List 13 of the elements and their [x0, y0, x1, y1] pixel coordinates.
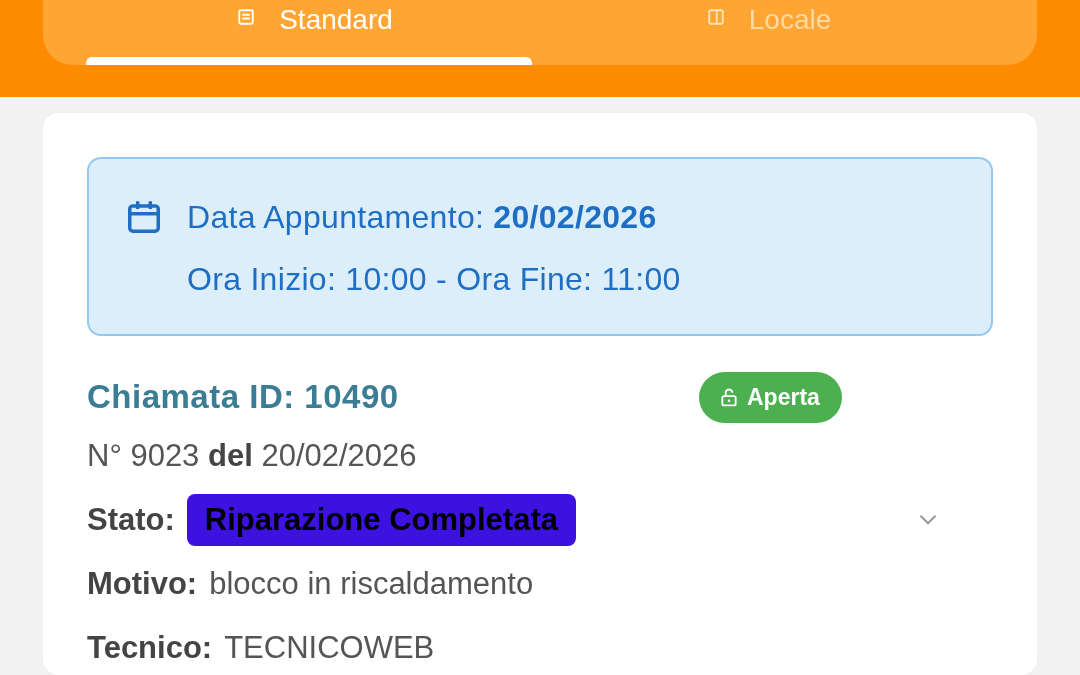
- appointment-date: Data Appuntamento: 20/02/2026: [187, 198, 657, 236]
- appointment-time: Ora Inizio: 10:00 - Ora Fine: 11:00: [187, 261, 682, 298]
- status-badge: Aperta: [699, 371, 842, 423]
- field-value: blocco in riscaldamento: [209, 566, 534, 602]
- order-number: N° 9023 del 20/02/2026: [87, 438, 417, 474]
- field-label: Stato:: [87, 502, 175, 538]
- tab[interactable]: Locale: [540, 0, 994, 65]
- tab[interactable]: Standard: [86, 0, 540, 65]
- call-id: Chiamata ID: 10490: [87, 378, 400, 416]
- field-label: Tecnico:: [87, 630, 213, 666]
- status-dropdown[interactable]: Riparazione Completata: [186, 494, 576, 546]
- field-label: Motivo:: [87, 566, 198, 602]
- field-value: TECNICOWEB: [224, 630, 435, 666]
